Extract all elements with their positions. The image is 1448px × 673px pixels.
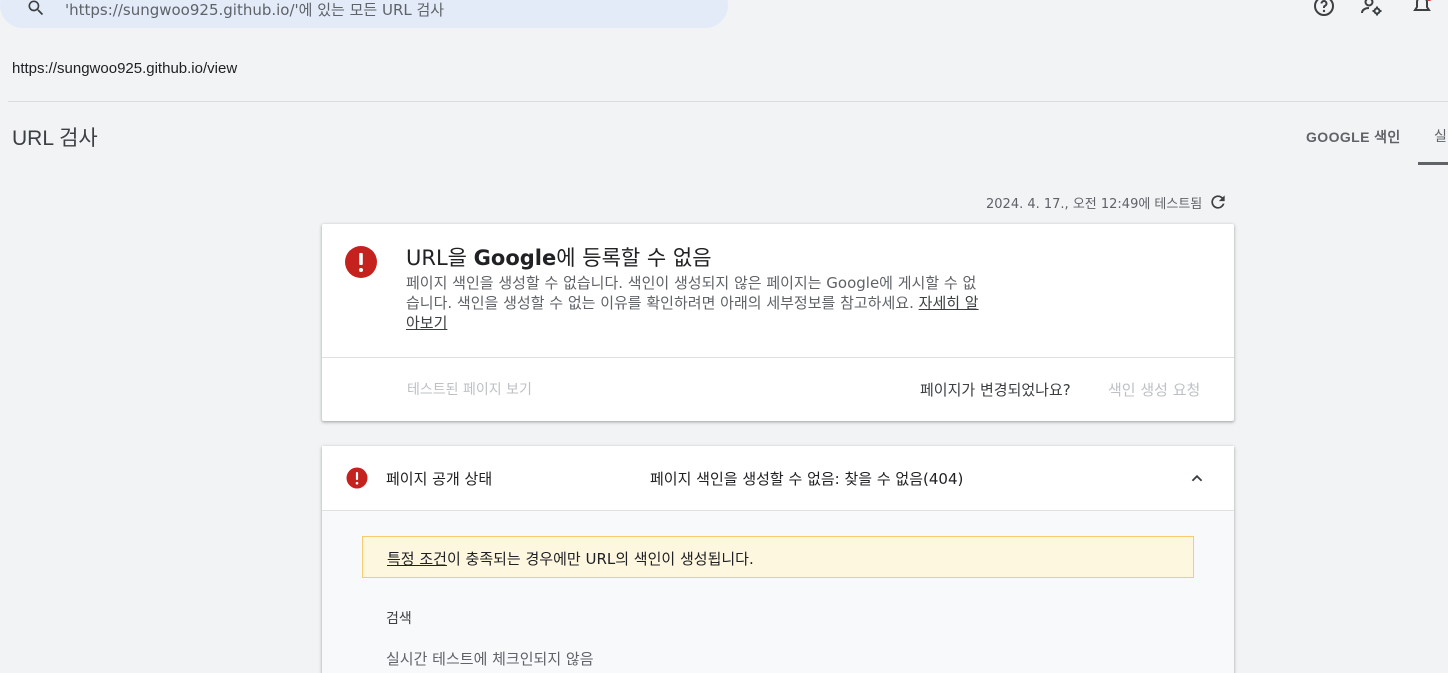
error-icon xyxy=(345,246,377,278)
tab-live-test[interactable]: 실 xyxy=(1434,126,1447,146)
request-indexing-button[interactable]: 색인 생성 요청 xyxy=(1108,379,1200,400)
page-availability-card: 페이지 공개 상태 페이지 색인을 생성할 수 없음: 찾을 수 없음(404)… xyxy=(322,446,1234,673)
specific-conditions-link[interactable]: 특정 조건 xyxy=(387,550,447,568)
refresh-icon[interactable] xyxy=(1208,192,1228,212)
live-test-check-status: 실시간 테스트에 체크인되지 않음 xyxy=(386,650,594,668)
notifications-icon[interactable] xyxy=(1410,0,1434,18)
active-tab-indicator xyxy=(1418,162,1448,165)
notice-text: 특정 조건이 충족되는 경우에만 URL의 색인이 생성됩니다. xyxy=(387,550,754,568)
page-changed-question: 페이지가 변경되었나요? xyxy=(920,381,1071,399)
error-icon xyxy=(346,467,368,489)
status-value: 페이지 색인을 생성할 수 없음: 찾을 수 없음(404) xyxy=(650,470,964,488)
page-availability-details: 특정 조건이 충족되는 경우에만 URL의 색인이 생성됩니다. 검색 실시간 … xyxy=(322,510,1234,673)
admin-settings-icon[interactable] xyxy=(1360,0,1384,18)
index-condition-notice: 특정 조건이 충족되는 경우에만 URL의 색인이 생성됩니다. xyxy=(362,536,1194,578)
search-input[interactable]: 'https://sungwoo925.github.io/'에 있는 모든 U… xyxy=(65,0,444,20)
header-divider xyxy=(8,101,1448,102)
tab-google-index[interactable]: GOOGLE 색인 xyxy=(1306,127,1401,147)
search-icon[interactable] xyxy=(26,0,46,18)
view-tested-page-button[interactable]: 테스트된 페이지 보기 xyxy=(407,379,532,399)
inspection-result-card: URL을 Google에 등록할 수 없음 페이지 색인을 생성할 수 없습니다… xyxy=(322,224,1234,421)
status-label: 페이지 공개 상태 xyxy=(386,470,493,488)
page-availability-header[interactable]: 페이지 공개 상태 페이지 색인을 생성할 수 없음: 찾을 수 없음(404) xyxy=(322,446,1234,510)
tested-timestamp: 2024. 4. 17., 오전 12:49에 테스트됨 xyxy=(986,192,1228,212)
url-inspect-search-bar[interactable]: 'https://sungwoo925.github.io/'에 있는 모든 U… xyxy=(0,0,728,28)
result-description: 페이지 색인을 생성할 수 없습니다. 색인이 생성되지 않은 페이지는 Goo… xyxy=(406,274,979,332)
page-title: URL 검사 xyxy=(12,127,98,150)
section-label-search: 검색 xyxy=(386,611,412,627)
inspected-url: https://sungwoo925.github.io/view xyxy=(12,60,238,77)
help-icon[interactable] xyxy=(1312,0,1336,18)
top-icon-bar xyxy=(1308,0,1448,24)
result-headline: URL을 Google에 등록할 수 없음 xyxy=(406,246,712,270)
tested-timestamp-text: 2024. 4. 17., 오전 12:49에 테스트됨 xyxy=(986,196,1203,212)
card-divider xyxy=(322,357,1234,358)
chevron-up-icon[interactable] xyxy=(1186,467,1208,489)
